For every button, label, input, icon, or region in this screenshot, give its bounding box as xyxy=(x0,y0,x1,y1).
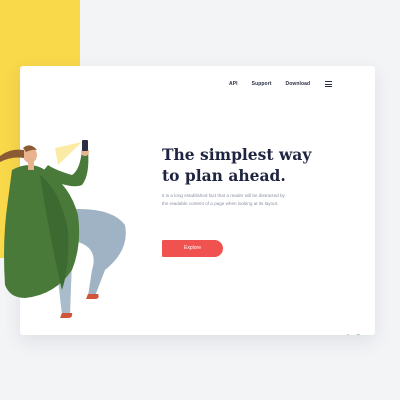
shoe-back xyxy=(86,294,99,299)
nav-link-support[interactable]: Support xyxy=(252,81,272,87)
top-nav: API Support Download xyxy=(229,81,324,87)
leaf-top xyxy=(357,334,361,335)
hero-title: The simplest way to plan ahead. xyxy=(162,144,342,186)
hero-description: It is a long established fact that a rea… xyxy=(162,193,285,206)
hair-ponytail xyxy=(0,149,24,162)
leaves-illustration xyxy=(347,334,361,335)
hamburger-menu-icon[interactable] xyxy=(325,81,332,87)
phone-glow xyxy=(55,142,82,165)
nav-link-api[interactable]: API xyxy=(229,81,238,87)
hero-title-line-2: to plan ahead. xyxy=(162,166,286,185)
hero-title-line-1: The simplest way xyxy=(162,145,312,164)
shoe-front xyxy=(60,313,73,318)
phone xyxy=(82,140,88,151)
woman-holding-phone-illustration xyxy=(0,140,126,318)
explore-button[interactable]: Explore xyxy=(162,240,223,257)
nav-link-download[interactable]: Download xyxy=(286,81,311,87)
